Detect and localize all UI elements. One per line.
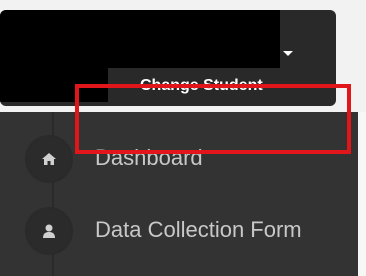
home-icon [25, 135, 73, 183]
highlight-box [75, 84, 351, 154]
user-icon [25, 207, 73, 255]
sidebar-item-label: Data Collection Form [95, 217, 302, 242]
chevron-down-icon[interactable] [283, 51, 293, 56]
sidebar-item-data-collection-form[interactable]: Data Collection Form [0, 200, 358, 260]
redaction-block-name [100, 10, 280, 68]
content-edge [358, 112, 366, 276]
